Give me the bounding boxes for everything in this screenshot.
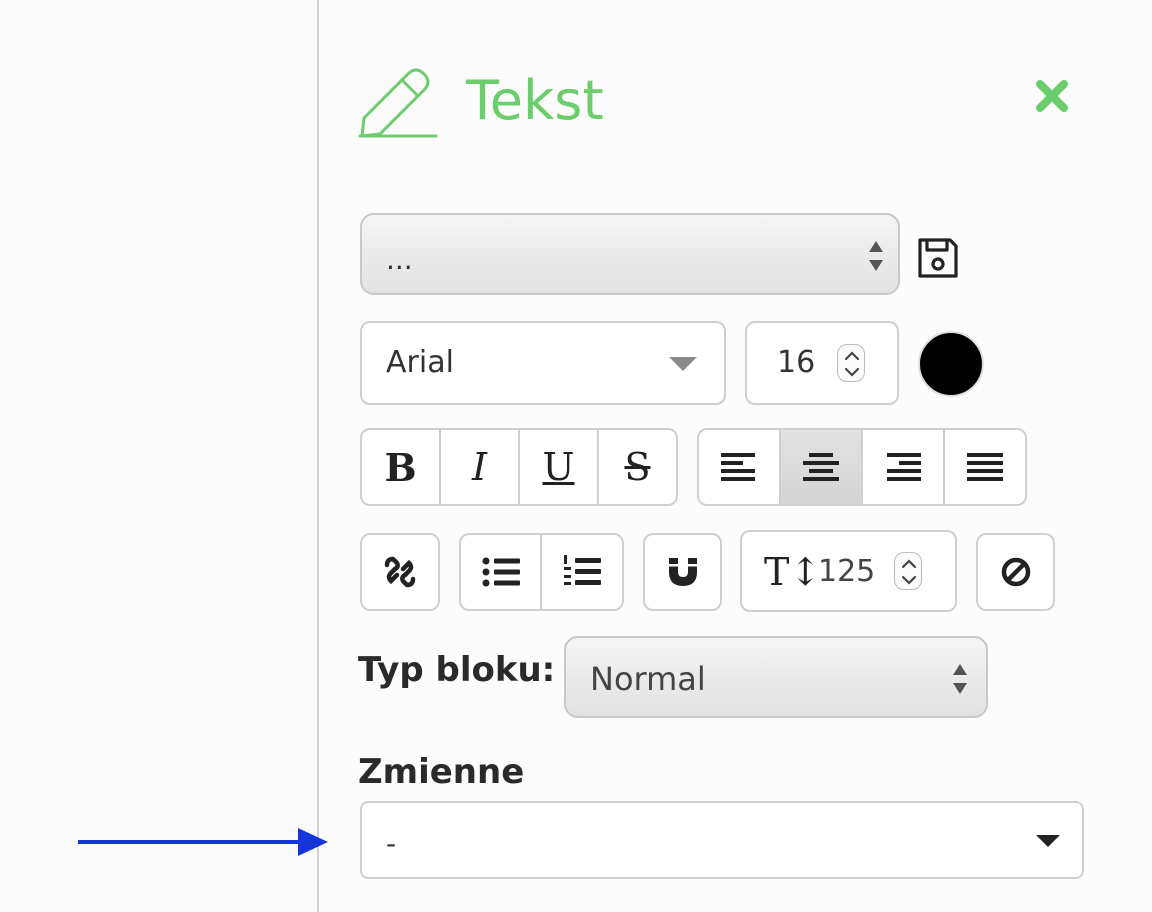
magnet-icon bbox=[668, 558, 697, 586]
align-button-group bbox=[697, 428, 1027, 506]
close-icon[interactable] bbox=[1034, 78, 1070, 114]
link-button[interactable] bbox=[360, 533, 440, 611]
font-size-stepper[interactable]: 16 bbox=[745, 321, 899, 405]
caret-down-icon bbox=[1036, 835, 1060, 847]
panel-title: Tekst bbox=[466, 69, 604, 132]
ban-icon bbox=[1001, 557, 1030, 587]
align-left-icon bbox=[721, 453, 755, 481]
strikethrough-icon: S bbox=[624, 445, 651, 489]
bold-button[interactable]: B bbox=[362, 430, 441, 504]
variables-value: - bbox=[386, 827, 397, 860]
underline-icon: U bbox=[542, 445, 575, 489]
line-height-icon: T↕ bbox=[764, 550, 822, 594]
caret-down-icon bbox=[669, 357, 697, 371]
align-right-icon bbox=[887, 453, 921, 481]
line-height-spin-buttons[interactable] bbox=[894, 552, 922, 590]
pencil-icon bbox=[358, 68, 438, 138]
underline-button[interactable]: U bbox=[520, 430, 599, 504]
align-justify-icon bbox=[967, 453, 1003, 481]
up-down-arrows-icon bbox=[953, 664, 967, 694]
up-down-arrows-icon bbox=[869, 241, 883, 271]
line-height-stepper[interactable]: T↕ 125 bbox=[740, 530, 957, 612]
clear-formatting-button[interactable] bbox=[976, 533, 1055, 611]
align-justify-button[interactable] bbox=[945, 430, 1025, 504]
font-size-spin-buttons[interactable] bbox=[837, 344, 865, 382]
format-button-group: B I U S bbox=[360, 428, 678, 506]
save-icon[interactable] bbox=[916, 236, 960, 280]
link-icon bbox=[384, 556, 416, 588]
chevron-up-down-icon bbox=[901, 559, 917, 585]
list-button-group bbox=[459, 533, 624, 611]
font-size-value: 16 bbox=[777, 345, 816, 380]
variables-label: Zmienne bbox=[358, 752, 525, 792]
bold-icon: B bbox=[384, 444, 417, 490]
numbered-list-button[interactable] bbox=[542, 535, 622, 609]
italic-button[interactable]: I bbox=[441, 430, 520, 504]
magnet-button[interactable] bbox=[643, 533, 722, 611]
chevron-up-down-icon bbox=[844, 351, 860, 377]
align-center-button[interactable] bbox=[781, 430, 863, 504]
align-center-icon bbox=[803, 453, 839, 481]
bullet-list-button[interactable] bbox=[461, 535, 543, 609]
block-type-label: Typ bloku: bbox=[358, 650, 556, 690]
align-left-button[interactable] bbox=[699, 430, 781, 504]
font-family-select[interactable]: Arial bbox=[360, 321, 726, 405]
text-color-picker[interactable] bbox=[918, 331, 984, 397]
style-preset-value: ... bbox=[386, 243, 413, 276]
variables-select[interactable]: - bbox=[360, 801, 1084, 879]
bullet-list-icon bbox=[482, 557, 520, 587]
strikethrough-button[interactable]: S bbox=[599, 430, 676, 504]
italic-icon: I bbox=[471, 445, 487, 489]
font-family-value: Arial bbox=[386, 345, 454, 380]
numbered-list-icon bbox=[564, 555, 601, 585]
line-height-value: 125 bbox=[818, 554, 876, 589]
annotation-arrow-icon bbox=[78, 828, 328, 856]
block-type-value: Normal bbox=[590, 660, 706, 698]
align-right-button[interactable] bbox=[863, 430, 945, 504]
style-preset-select[interactable]: ... bbox=[360, 213, 900, 295]
left-canvas-area bbox=[0, 0, 318, 912]
block-type-select[interactable]: Normal bbox=[564, 636, 988, 718]
